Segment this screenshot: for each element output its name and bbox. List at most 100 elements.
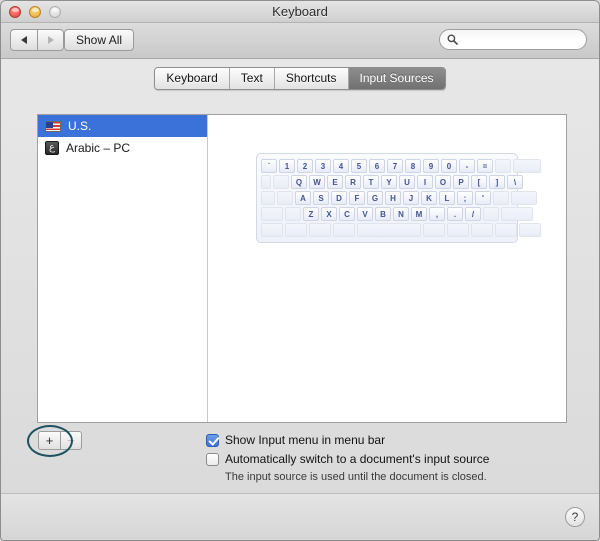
keyboard-key: / [465,207,481,221]
keyboard-key: P [453,175,469,189]
forward-button[interactable] [37,29,64,51]
back-button[interactable] [10,29,37,51]
tab-shortcuts[interactable]: Shortcuts [274,67,349,89]
keyboard-layout-preview: ` 1 2 3 4 5 6 7 8 9 0- = Q W E R T Y U I O P[] \ A S D F G H J K L; ' Z X C… [256,153,541,243]
keyboard-key: H [385,191,401,205]
bottom-bar: ? [1,493,599,540]
list-item-label: Arabic – PC [66,141,131,155]
back-arrow-icon [21,36,27,44]
keyboard-key-blank [277,191,293,205]
tab-text[interactable]: Text [229,67,275,89]
keyboard-key: ; [457,191,473,205]
keyboard-key: - [459,159,475,173]
keyboard-key-blank [483,207,499,221]
keyboard-key: O [435,175,451,189]
option-show-input-menu[interactable]: Show Input menu in menu bar [206,433,489,447]
keyboard-key-blank [357,223,421,237]
keyboard-key: J [403,191,419,205]
keyboard-key-blank [519,223,541,237]
keyboard-key: L [439,191,455,205]
keyboard-key: C [339,207,355,221]
keyboard-key: D [331,191,347,205]
keyboard-key: . [447,207,463,221]
keyboard-key: U [399,175,415,189]
tab-input-sources[interactable]: Input Sources [348,67,445,89]
keyboard-key: 0 [441,159,457,173]
list-item-label: U.S. [68,119,92,133]
keyboard-key-blank [493,191,509,205]
keyboard-key-blank [261,223,283,237]
tab-bar: Keyboard Text Shortcuts Input Sources [1,59,599,97]
options-group: Show Input menu in menu bar Automaticall… [206,433,489,483]
keyboard-key: 8 [405,159,421,173]
add-input-source-button[interactable]: + [38,431,60,450]
keyboard-key-blank [261,191,275,205]
keyboard-key: Z [303,207,319,221]
keyboard-key: [ [471,175,487,189]
tab-group: Keyboard Text Shortcuts Input Sources [154,66,446,90]
keyboard-key: 5 [351,159,367,173]
keyboard-key: B [375,207,391,221]
keyboard-row: A S D F G H J K L; ' [261,191,537,205]
keyboard-key-blank [333,223,355,237]
option-label: Show Input menu in menu bar [225,433,386,447]
keyboard-key: W [309,175,325,189]
keyboard-key: T [363,175,379,189]
keyboard-key: F [349,191,365,205]
forward-arrow-icon [47,36,54,44]
keyboard-key: R [345,175,361,189]
system-preferences-window: Keyboard Show All Keyboard Text Shortcut… [0,0,600,541]
keyboard-key-blank [423,223,445,237]
keyboard-key-blank [511,191,537,205]
keyboard-key: ' [475,191,491,205]
keyboard-key: X [321,207,337,221]
keyboard-key: 4 [333,159,349,173]
search-input[interactable] [461,33,579,46]
input-sources-list[interactable]: U.S. ع Arabic – PC [38,115,208,422]
input-sources-panel: U.S. ع Arabic – PC ` 1 2 3 4 5 6 7 8 9 0- = Q W E R T Y U I… [37,114,567,423]
list-item-arabic-pc[interactable]: ع Arabic – PC [38,137,207,159]
keyboard-row: Z X C V B N M,. / [261,207,533,221]
help-button[interactable]: ? [565,507,585,527]
keyboard-key-blank [285,207,301,221]
search-icon [447,34,458,45]
keyboard-key-blank [261,207,283,221]
show-input-menu-checkbox[interactable] [206,434,219,447]
keyboard-row: ` 1 2 3 4 5 6 7 8 9 0- = [261,159,541,173]
keyboard-key-blank [273,175,289,189]
option-auto-switch[interactable]: Automatically switch to a document's inp… [206,452,489,466]
tab-keyboard[interactable]: Keyboard [155,67,230,89]
keyboard-row [261,223,541,237]
keyboard-key: \ [507,175,523,189]
keyboard-key: G [367,191,383,205]
list-item-us[interactable]: U.S. [38,115,207,137]
keyboard-key: I [417,175,433,189]
keyboard-key: S [313,191,329,205]
add-remove-source-buttons: + − [38,431,82,450]
keyboard-key: ] [489,175,505,189]
keyboard-key: 6 [369,159,385,173]
keyboard-key: = [477,159,493,173]
title-bar: Keyboard [1,1,599,23]
window-title: Keyboard [272,4,328,19]
keyboard-key: 3 [315,159,331,173]
keyboard-key-blank [447,223,469,237]
keyboard-key: Q [291,175,307,189]
toolbar: Show All [1,23,599,59]
search-field[interactable] [439,29,587,50]
remove-input-source-button[interactable]: − [60,431,82,450]
auto-switch-checkbox[interactable] [206,453,219,466]
keyboard-key-blank [471,223,493,237]
keyboard-preview-pane: ` 1 2 3 4 5 6 7 8 9 0- = Q W E R T Y U I O P[] \ A S D F G H J K L; ' Z X C… [208,115,566,422]
keyboard-key: 2 [297,159,313,173]
keyboard-key: M [411,207,427,221]
keyboard-key-blank [495,223,517,237]
us-flag-icon [45,120,61,132]
keyboard-key-blank [513,159,541,173]
arabic-keyboard-icon: ع [45,141,59,155]
show-all-button[interactable]: Show All [64,29,135,51]
navigation-buttons [10,29,64,51]
keyboard-key: , [429,207,445,221]
keyboard-key-blank [285,223,307,237]
keyboard-key: Y [381,175,397,189]
